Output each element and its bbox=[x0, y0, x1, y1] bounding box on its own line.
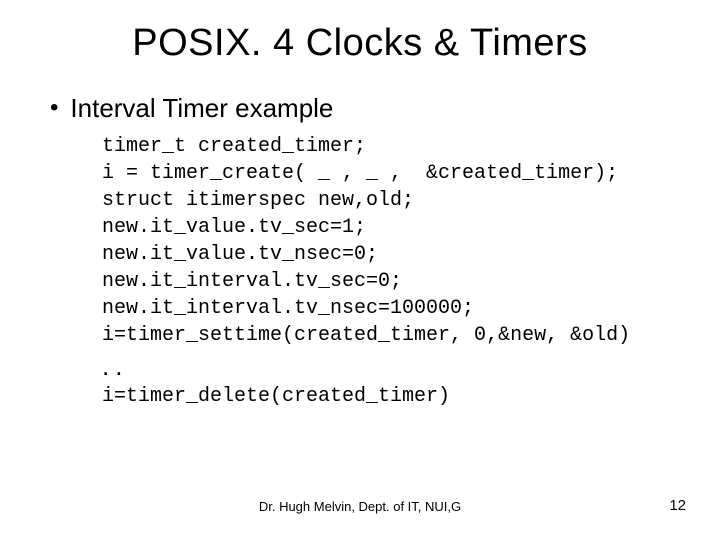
page-number: 12 bbox=[669, 497, 686, 514]
slide: POSIX. 4 Clocks & Timers • Interval Time… bbox=[0, 0, 720, 540]
slide-title: POSIX. 4 Clocks & Timers bbox=[40, 22, 680, 65]
code-block-1: timer_t created_timer; i = timer_create(… bbox=[102, 133, 680, 349]
bullet-text: Interval Timer example bbox=[70, 93, 333, 123]
bullet-dot-icon: • bbox=[50, 93, 58, 123]
bullet-item: • Interval Timer example bbox=[50, 93, 680, 123]
ellipsis: .. bbox=[102, 351, 680, 381]
footer-text: Dr. Hugh Melvin, Dept. of IT, NUI,G bbox=[0, 499, 720, 514]
code-block-2: i=timer_delete(created_timer) bbox=[102, 383, 680, 410]
